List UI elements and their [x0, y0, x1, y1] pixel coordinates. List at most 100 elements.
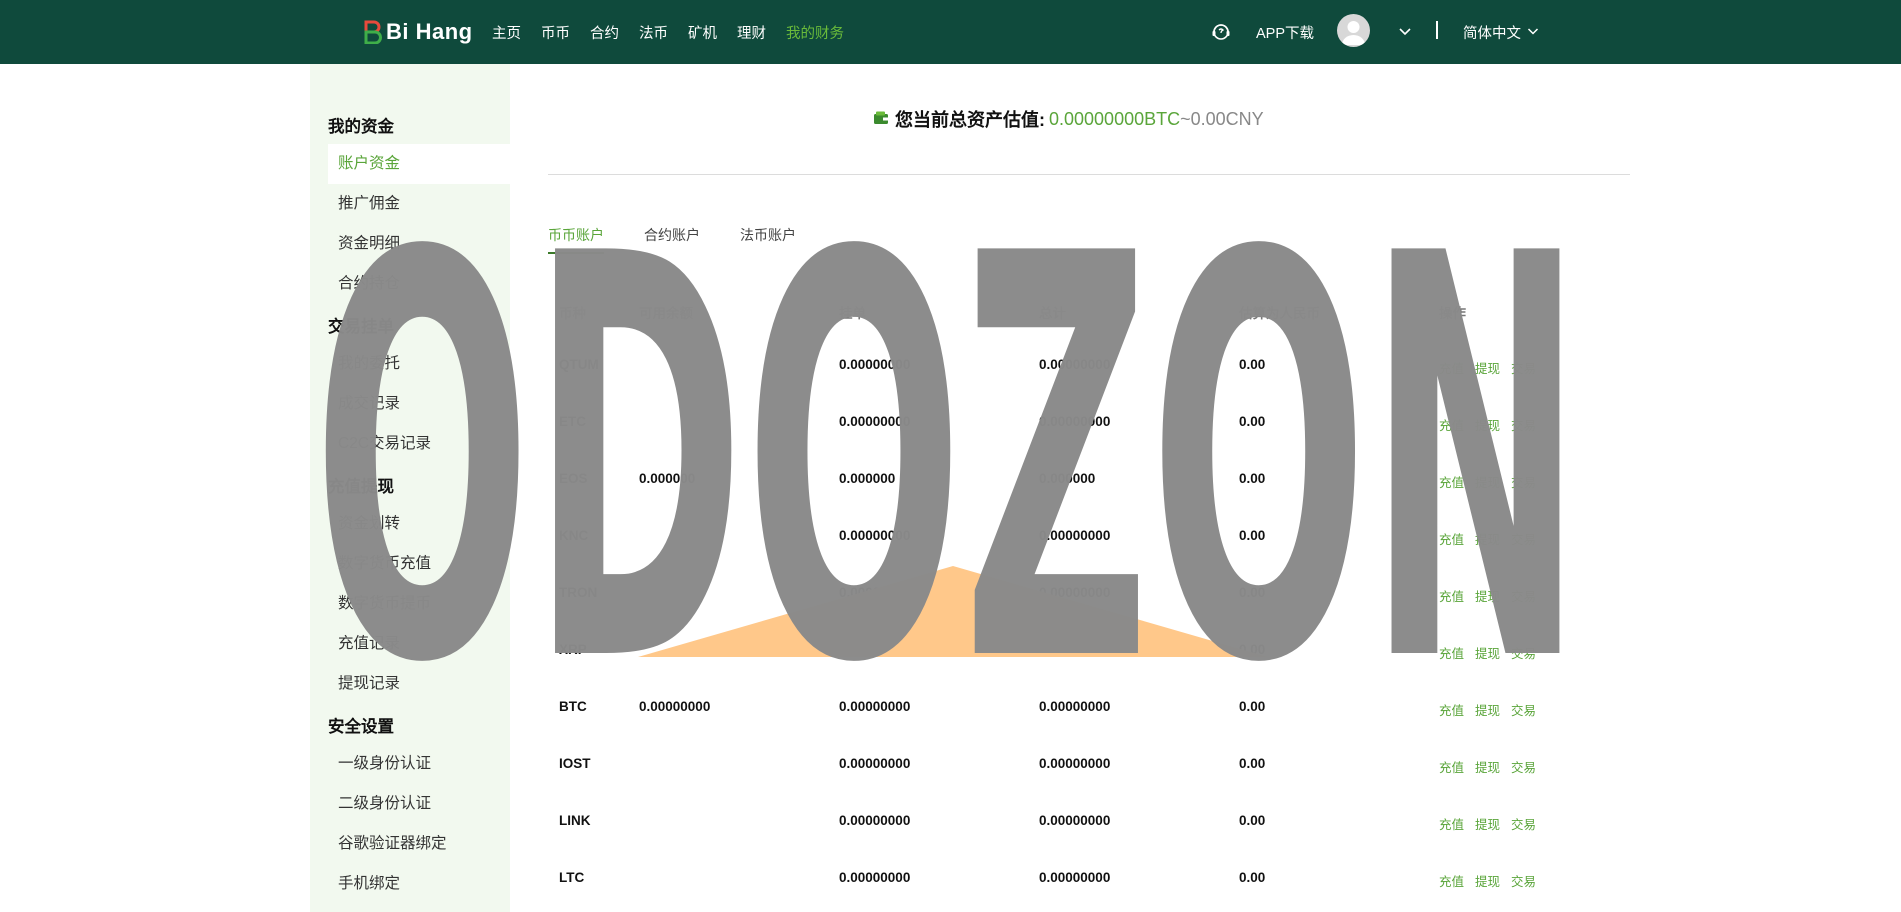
- nav-finance[interactable]: 理财: [737, 22, 766, 43]
- cell-total: 0.00000000: [1039, 699, 1111, 714]
- cell-total: 0.00000000: [1039, 528, 1111, 543]
- sidebar-item-transfer[interactable]: 资金划转: [328, 504, 510, 544]
- app-download-link[interactable]: APP下载: [1256, 0, 1314, 64]
- deposit-link[interactable]: 充值: [1439, 757, 1464, 776]
- cell-coin: TRON: [559, 585, 598, 600]
- sidebar-item-my-orders[interactable]: 我的委托: [328, 344, 510, 384]
- deposit-link[interactable]: 充值: [1439, 700, 1464, 719]
- sidebar-item-deposit-records[interactable]: 充值记录: [328, 624, 510, 664]
- withdraw-link[interactable]: 提现: [1475, 529, 1500, 548]
- sidebar-item-kyc-level2[interactable]: 二级身份认证: [328, 784, 510, 824]
- main-nav: 主页 币币 合约 法币 矿机 理财 我的财务: [492, 0, 864, 64]
- header-divider: [1436, 21, 1438, 39]
- watermark-triangle: [638, 566, 1268, 657]
- tab-fiat-account[interactable]: 法币账户: [740, 222, 796, 254]
- sidebar-item-account-funds[interactable]: 账户资金: [328, 144, 510, 184]
- sidebar-section-deposit-withdraw: 充值提现: [328, 478, 394, 496]
- cell-total: 0.00000000: [1039, 414, 1111, 429]
- trade-link[interactable]: 交易: [1511, 529, 1536, 548]
- nav-contract[interactable]: 合约: [590, 22, 619, 43]
- cell-total: 0.00000000: [1039, 870, 1111, 885]
- col-header-actions: 操作: [1439, 306, 1466, 321]
- sidebar-item-google-auth[interactable]: 谷歌验证器绑定: [328, 824, 510, 864]
- withdraw-link[interactable]: 提现: [1475, 757, 1500, 776]
- trade-link[interactable]: 交易: [1511, 472, 1536, 491]
- cell-coin: BTC: [559, 699, 587, 714]
- logo-mark-icon: [362, 20, 382, 44]
- nav-miner[interactable]: 矿机: [688, 22, 717, 43]
- sidebar-item-trade-history[interactable]: 成交记录: [328, 384, 510, 424]
- sidebar-item-crypto-deposit[interactable]: 数字货币充值: [328, 544, 510, 584]
- asset-cny-value: 0.00CNY: [1190, 108, 1264, 129]
- deposit-link[interactable]: 充值: [1439, 415, 1464, 434]
- cell-orders: 0.00000000: [839, 699, 911, 714]
- cell-cny: 0.00: [1239, 414, 1266, 429]
- sidebar-section-funds: 我的资金: [328, 118, 394, 136]
- wallet-icon: [873, 109, 889, 130]
- cell-orders: 0.00000000: [839, 357, 911, 372]
- sidebar-item-phone-binding[interactable]: 手机绑定: [328, 864, 510, 904]
- trade-link[interactable]: 交易: [1511, 700, 1536, 719]
- cell-cny: 0.00: [1239, 699, 1266, 714]
- trade-link[interactable]: 交易: [1511, 586, 1536, 605]
- tab-contract-account[interactable]: 合约账户: [644, 222, 700, 254]
- withdraw-link[interactable]: 提现: [1475, 358, 1500, 377]
- language-selector[interactable]: 简体中文: [1463, 0, 1539, 64]
- nav-my-finance[interactable]: 我的财务: [786, 22, 844, 43]
- withdraw-link[interactable]: 提现: [1475, 871, 1500, 890]
- watermark-overlay: ODOZON: [313, 138, 1583, 784]
- nav-spot[interactable]: 币币: [541, 22, 570, 43]
- sidebar: 我的资金 账户资金 推广佣金 资金明细 合约持仓 交易挂单 我的委托 成交记录 …: [310, 64, 510, 912]
- cell-cny: 0.00: [1239, 870, 1266, 885]
- sidebar-item-c2c-history[interactable]: C2C交易记录: [328, 424, 510, 464]
- col-header-total: 总计: [1039, 306, 1066, 321]
- sidebar-item-crypto-withdraw[interactable]: 数字货币提币: [328, 584, 510, 624]
- sidebar-item-contract-positions[interactable]: 合约持仓: [328, 264, 510, 304]
- trade-link[interactable]: 交易: [1511, 871, 1536, 890]
- withdraw-link[interactable]: 提现: [1475, 472, 1500, 491]
- withdraw-link[interactable]: 提现: [1475, 586, 1500, 605]
- trade-link[interactable]: 交易: [1511, 814, 1536, 833]
- deposit-link[interactable]: 充值: [1439, 814, 1464, 833]
- withdraw-link[interactable]: 提现: [1475, 415, 1500, 434]
- cell-cny: 0.00: [1239, 756, 1266, 771]
- withdraw-link[interactable]: 提现: [1475, 814, 1500, 833]
- asset-btc-value: 0.00000000BTC: [1049, 108, 1181, 129]
- asset-summary-label: 您当前总资产估值:: [895, 110, 1045, 130]
- sidebar-item-withdraw-records[interactable]: 提现记录: [328, 664, 510, 704]
- logo[interactable]: Bi Hang: [362, 18, 473, 46]
- cell-cny: 0.00: [1239, 642, 1266, 657]
- deposit-link[interactable]: 充值: [1439, 529, 1464, 548]
- withdraw-link[interactable]: 提现: [1475, 643, 1500, 662]
- asset-tilde: ~: [1180, 108, 1191, 129]
- trade-link[interactable]: 交易: [1511, 415, 1536, 434]
- deposit-link[interactable]: 充值: [1439, 586, 1464, 605]
- user-menu-chevron-down-icon[interactable]: [1398, 0, 1412, 64]
- cell-orders: 0.00000000: [839, 414, 911, 429]
- asset-summary: 您当前总资产估值: 0.00000000BTC ~ 0.00CNY: [873, 104, 1264, 134]
- cell-orders: 0.000000: [839, 471, 896, 486]
- tab-spot-account[interactable]: 币币账户: [548, 222, 604, 254]
- logo-text: Bi Hang: [386, 19, 473, 44]
- cell-coin: XRP: [559, 642, 587, 657]
- col-header-coin: 币种: [559, 306, 586, 321]
- deposit-link[interactable]: 充值: [1439, 472, 1464, 491]
- cell-total: 0.00000000: [1039, 756, 1111, 771]
- trade-link[interactable]: 交易: [1511, 358, 1536, 377]
- sidebar-item-fund-details[interactable]: 资金明细: [328, 224, 510, 264]
- withdraw-link[interactable]: 提现: [1475, 700, 1500, 719]
- user-avatar[interactable]: [1337, 14, 1370, 47]
- cell-coin: LINK: [559, 813, 591, 828]
- nav-home[interactable]: 主页: [492, 22, 521, 43]
- deposit-link[interactable]: 充值: [1439, 643, 1464, 662]
- cell-coin: LTC: [559, 870, 585, 885]
- customer-service-icon[interactable]: [1210, 0, 1232, 64]
- sidebar-item-kyc-level1[interactable]: 一级身份认证: [328, 744, 510, 784]
- nav-fiat[interactable]: 法币: [639, 22, 668, 43]
- trade-link[interactable]: 交易: [1511, 757, 1536, 776]
- sidebar-item-commission[interactable]: 推广佣金: [328, 184, 510, 224]
- deposit-link[interactable]: 充值: [1439, 358, 1464, 377]
- summary-divider: [548, 174, 1630, 175]
- deposit-link[interactable]: 充值: [1439, 871, 1464, 890]
- trade-link[interactable]: 交易: [1511, 643, 1536, 662]
